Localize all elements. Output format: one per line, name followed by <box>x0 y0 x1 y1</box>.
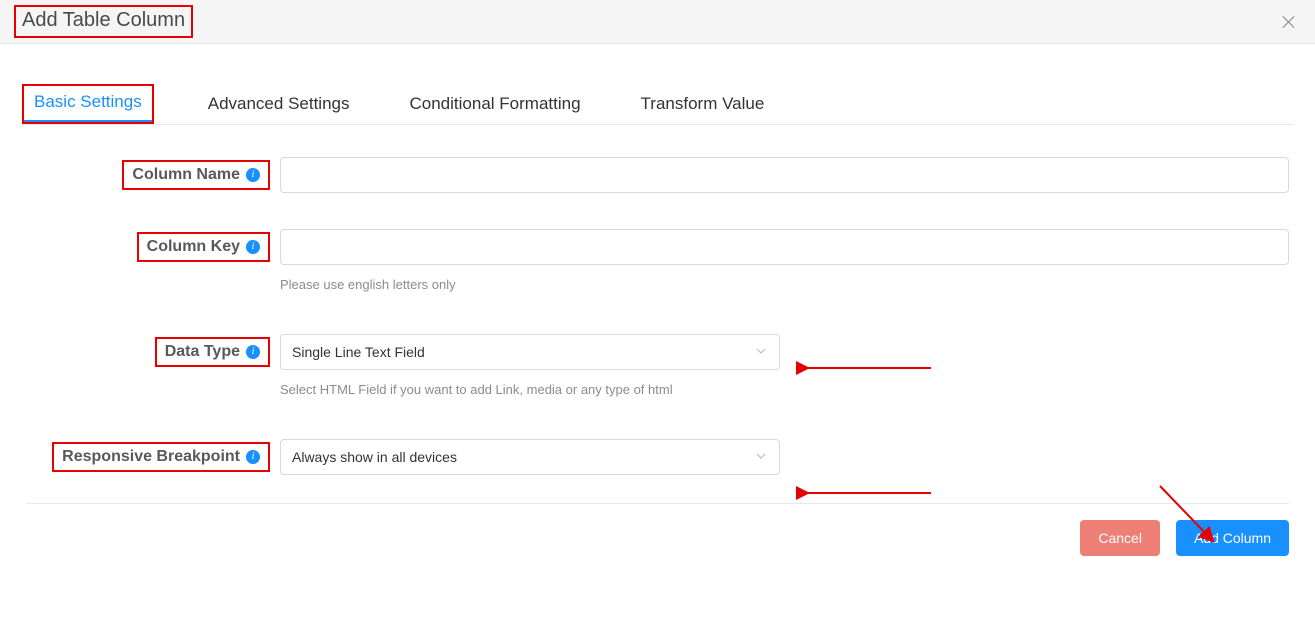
chevron-down-icon <box>755 449 767 465</box>
row-data-type: Data Type i Single Line Text Field Selec… <box>26 334 1289 427</box>
label-cell: Data Type i <box>26 334 280 370</box>
annotation-highlight: Column Name i <box>122 160 270 190</box>
annotation-highlight: Data Type i <box>155 337 270 367</box>
data-type-value: Single Line Text Field <box>292 344 425 360</box>
data-type-select[interactable]: Single Line Text Field <box>280 334 780 370</box>
field-cell: Always show in all devices <box>280 439 1289 475</box>
responsive-breakpoint-label: Responsive Breakpoint <box>62 448 240 466</box>
column-name-label: Column Name <box>132 166 240 184</box>
chevron-down-icon <box>755 344 767 360</box>
info-icon[interactable]: i <box>246 345 260 359</box>
annotation-highlight: Add Table Column <box>14 5 193 38</box>
dialog-footer: Cancel Add Column <box>26 503 1289 556</box>
label-cell: Column Name i <box>26 157 280 193</box>
info-icon[interactable]: i <box>246 450 260 464</box>
column-key-help: Please use english letters only <box>280 277 1289 292</box>
form: Column Name i Column Key i Please use en… <box>26 157 1289 475</box>
info-icon[interactable]: i <box>246 240 260 254</box>
tab-transform-value[interactable]: Transform Value <box>635 94 771 124</box>
annotation-highlight: Column Key i <box>137 232 270 262</box>
row-column-key: Column Key i Please use english letters … <box>26 229 1289 322</box>
dialog-header: Add Table Column <box>0 0 1315 44</box>
field-cell: Please use english letters only <box>280 229 1289 322</box>
column-name-input[interactable] <box>280 157 1289 193</box>
annotation-highlight: Basic Settings <box>22 84 154 124</box>
tab-basic-settings[interactable]: Basic Settings <box>24 86 152 122</box>
field-cell <box>280 157 1289 193</box>
responsive-breakpoint-value: Always show in all devices <box>292 449 457 465</box>
tab-advanced-settings[interactable]: Advanced Settings <box>202 94 356 124</box>
responsive-breakpoint-select[interactable]: Always show in all devices <box>280 439 780 475</box>
row-responsive-breakpoint: Responsive Breakpoint i Always show in a… <box>26 439 1289 475</box>
info-icon[interactable]: i <box>246 168 260 182</box>
label-cell: Responsive Breakpoint i <box>26 439 280 475</box>
dialog-title: Add Table Column <box>22 9 185 31</box>
column-key-label: Column Key <box>147 238 240 256</box>
close-icon[interactable] <box>1281 14 1297 30</box>
data-type-help: Select HTML Field if you want to add Lin… <box>280 382 1289 397</box>
data-type-label: Data Type <box>165 343 240 361</box>
annotation-arrow <box>796 483 936 503</box>
tabs: Basic Settings Advanced Settings Conditi… <box>22 84 1293 125</box>
column-key-input[interactable] <box>280 229 1289 265</box>
field-cell: Single Line Text Field Select HTML Field… <box>280 334 1289 427</box>
row-column-name: Column Name i <box>26 157 1289 193</box>
label-cell: Column Key i <box>26 229 280 265</box>
annotation-highlight: Responsive Breakpoint i <box>52 442 270 472</box>
cancel-button[interactable]: Cancel <box>1080 520 1160 556</box>
add-column-button[interactable]: Add Column <box>1176 520 1289 556</box>
tab-conditional-formatting[interactable]: Conditional Formatting <box>404 94 587 124</box>
